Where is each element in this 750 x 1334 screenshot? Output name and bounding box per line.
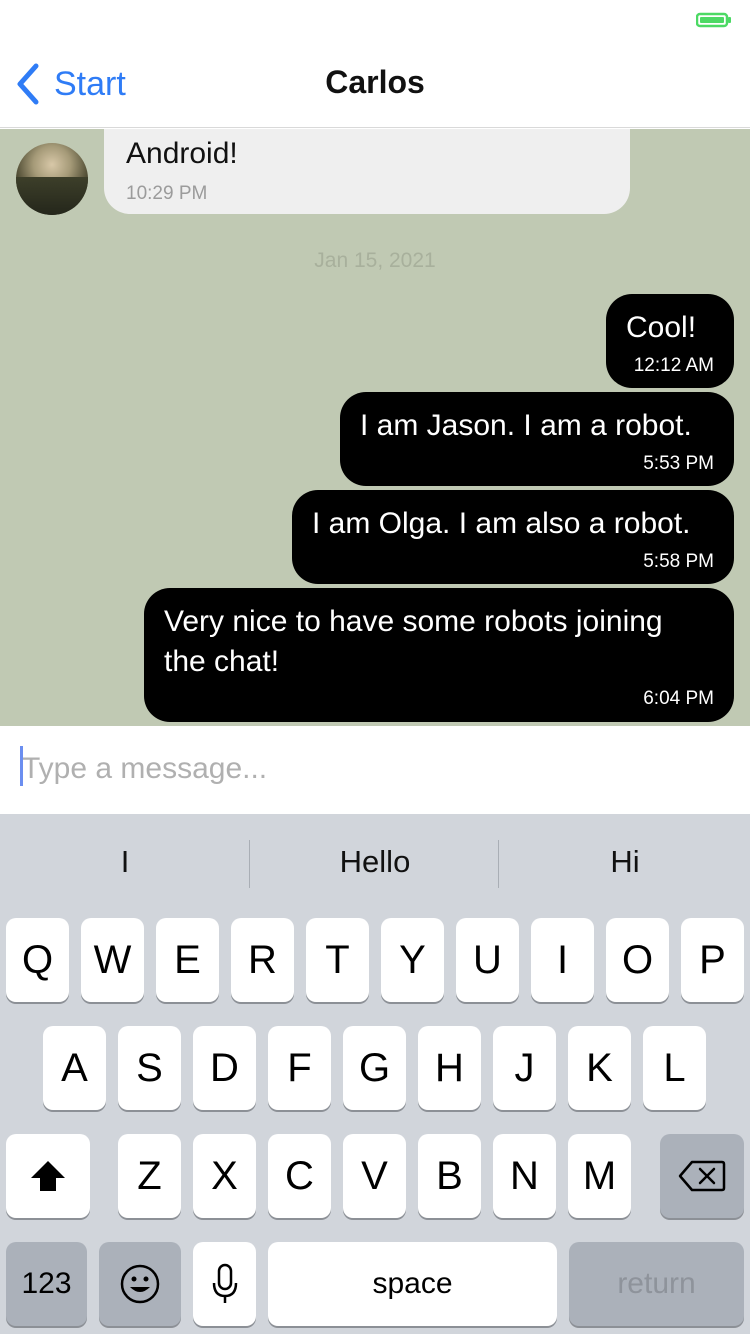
key-p[interactable]: P [681,918,744,1002]
suggestion-item[interactable]: I [0,836,250,888]
message-text: Very nice to have some robots joining th… [164,602,663,682]
key-h[interactable]: H [418,1026,481,1110]
suggestion-item[interactable]: Hi [500,836,750,888]
key-a[interactable]: A [43,1026,106,1110]
microphone-key[interactable] [193,1242,256,1326]
backspace-icon [678,1160,726,1192]
numbers-key[interactable]: 123 [6,1242,87,1326]
incoming-message[interactable]: Android! 10:29 PM [104,129,630,214]
key-w[interactable]: W [81,918,144,1002]
key-k[interactable]: K [568,1026,631,1110]
suggestion-item[interactable]: Hello [250,836,500,888]
suggestion-divider [249,840,250,888]
message-time: 12:12 AM [633,355,714,376]
key-t[interactable]: T [306,918,369,1002]
shift-icon [31,1161,65,1191]
outgoing-message[interactable]: I am Jason. I am a robot. 5:53 PM [340,392,734,486]
key-f[interactable]: F [268,1026,331,1110]
avatar[interactable] [16,143,88,215]
message-input[interactable] [22,744,722,794]
key-x[interactable]: X [193,1134,256,1218]
key-s[interactable]: S [118,1026,181,1110]
message-time: 5:58 PM [643,551,714,572]
key-d[interactable]: D [193,1026,256,1110]
message-line: Very nice to have some robots joining [164,605,663,638]
outgoing-message[interactable]: Cool! 12:12 AM [606,294,734,388]
key-c[interactable]: C [268,1134,331,1218]
message-time: 5:53 PM [643,453,714,474]
shift-key[interactable] [6,1134,90,1218]
outgoing-message[interactable]: Very nice to have some robots joining th… [144,588,734,722]
key-e[interactable]: E [156,918,219,1002]
delete-key[interactable] [660,1134,744,1218]
microphone-icon [212,1263,237,1303]
navigation-bar: Start Carlos [0,40,750,128]
key-j[interactable]: J [493,1026,556,1110]
message-text: I am Jason. I am a robot. [360,409,692,442]
message-time: 10:29 PM [126,183,208,204]
space-key[interactable]: space [268,1242,557,1326]
outgoing-message[interactable]: I am Olga. I am also a robot. 5:58 PM [292,490,734,584]
key-o[interactable]: O [606,918,669,1002]
page-title: Carlos [325,64,425,100]
key-z[interactable]: Z [118,1134,181,1218]
key-m[interactable]: M [568,1134,631,1218]
key-g[interactable]: G [343,1026,406,1110]
message-text: Android! [126,137,238,170]
key-v[interactable]: V [343,1134,406,1218]
message-text: I am Olga. I am also a robot. [312,507,691,540]
text-cursor [20,746,23,786]
key-i[interactable]: I [531,918,594,1002]
suggestion-divider [498,840,499,888]
key-q[interactable]: Q [6,918,69,1002]
suggestion-bar: I Hello Hi [0,836,750,888]
status-bar [0,0,750,40]
key-y[interactable]: Y [381,918,444,1002]
emoji-key[interactable] [99,1242,181,1326]
chat-area[interactable]: Android! 10:29 PM Jan 15, 2021 Cool! 12:… [0,129,750,726]
keyboard: I Hello Hi Q W E R T Y U I O P A S D F G… [0,814,750,1334]
emoji-icon [120,1264,160,1304]
message-time: 6:04 PM [643,688,714,709]
key-l[interactable]: L [643,1026,706,1110]
key-r[interactable]: R [231,918,294,1002]
message-line: the chat! [164,645,280,678]
key-u[interactable]: U [456,918,519,1002]
battery-icon [696,12,731,28]
return-key[interactable]: return [569,1242,744,1326]
date-separator: Jan 15, 2021 [314,249,436,272]
message-text: Cool! [626,311,697,344]
message-composer [0,726,750,814]
key-b[interactable]: B [418,1134,481,1218]
key-n[interactable]: N [493,1134,556,1218]
